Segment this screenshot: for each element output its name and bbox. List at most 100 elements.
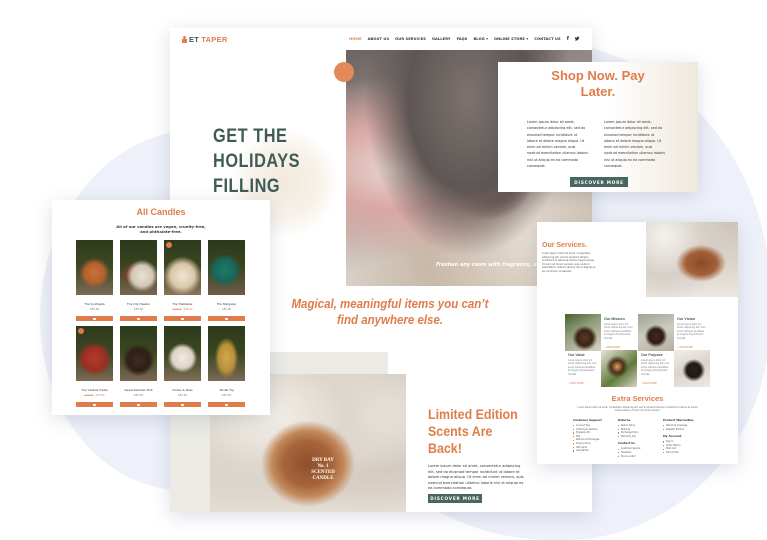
link-item[interactable]: Store Locator (618, 455, 662, 459)
read-more-link[interactable]: → READ MORE (641, 382, 674, 385)
product-grid: The Southgate $35.00 The City Dweller $3… (76, 240, 245, 407)
add-to-cart-button[interactable] (76, 316, 113, 321)
discover-more-button[interactable]: DISCOVER MORE (570, 177, 628, 187)
link-item[interactable]: Track Order (663, 451, 707, 455)
product-card[interactable]: Sweet Rambler Mint $35.00 (120, 326, 157, 407)
cart-icon (93, 403, 96, 406)
read-more-link[interactable]: → READ MORE (568, 382, 601, 385)
tile-title: Our Mission (604, 317, 625, 321)
logo[interactable]: ET TAPER (182, 35, 228, 44)
add-to-cart-button[interactable] (208, 316, 245, 321)
product-card[interactable]: The Yuletide Treats $40.00 $30.00 (76, 326, 113, 407)
column-heading: Customer Support (573, 418, 602, 422)
services-image (646, 222, 738, 297)
shop-text-column: Lorem ipsum dolor sit amet, consectetur … (604, 120, 665, 169)
link-item[interactable]: Register Product (663, 428, 707, 432)
read-more-link[interactable]: → READ MORE (604, 346, 637, 349)
limited-edition-body: Lorem ipsum dolor sit amet, consectetur … (428, 464, 524, 491)
hero-title: GET THE HOLIDAYS FILLING (213, 126, 301, 197)
product-image[interactable] (120, 240, 157, 295)
cart-icon (93, 317, 96, 320)
tile-image (565, 314, 601, 351)
tile-title: Our Vision (677, 317, 696, 321)
nav-item-blog[interactable]: BLOG ▾ (473, 37, 488, 41)
product-price: $35.00 (177, 394, 188, 397)
add-to-cart-button[interactable] (120, 316, 157, 321)
service-tile-value[interactable]: Our Value Lorem ipsum dolor sit amet, ad… (565, 350, 601, 387)
decorative-dot (334, 62, 354, 82)
link-item[interactable]: Warranty Info (618, 435, 662, 439)
services-body: Lorem ipsum dolor sit amet, consectetur … (542, 252, 596, 273)
logo-prefix: ET (189, 34, 200, 44)
tile-image (674, 350, 710, 387)
extra-column: Product Warranties Warranty Coverage Reg… (663, 418, 707, 455)
candle-flame-icon (182, 36, 187, 43)
tile-title: Our Purpose (641, 353, 663, 357)
product-name[interactable]: Amber & Moss (164, 388, 201, 392)
shop-text-column: Lorem ipsum dolor sit amet, consectetur … (527, 120, 588, 169)
product-card[interactable]: The Southgate $35.00 (76, 240, 113, 321)
product-name[interactable]: Winter Fig (208, 388, 245, 392)
service-tile-purpose[interactable]: Our Purpose Lorem ipsum dolor sit amet, … (638, 350, 674, 387)
service-tile-vision[interactable]: Our Vision Lorem ipsum dolor sit amet, a… (674, 314, 710, 351)
product-price: $35.00 (89, 308, 100, 311)
product-name[interactable]: The Stargazer (208, 302, 245, 306)
shop-now-preview: Shop Now. Pay Later. Lorem ipsum dolor s… (498, 62, 698, 192)
product-image[interactable] (120, 326, 157, 381)
column-heading: Product Warranties (663, 418, 694, 422)
read-more-link[interactable]: → READ MORE (677, 346, 710, 349)
twitter-icon[interactable] (574, 36, 580, 43)
product-name[interactable]: Sweet Rambler Mint (120, 388, 157, 392)
product-image[interactable] (208, 326, 245, 381)
product-name[interactable]: The Yuletide Treats (76, 388, 113, 392)
product-price: $40.00 $30.00 (84, 394, 105, 397)
product-card[interactable]: The City Dweller $35.00 (120, 240, 157, 321)
nav-item-home[interactable]: HOME (349, 37, 362, 41)
extra-column: Customer Support Account Tips Ordering &… (573, 418, 617, 453)
add-to-cart-button[interactable] (76, 402, 113, 407)
product-image[interactable] (208, 240, 245, 295)
product-card[interactable]: The Trailblazer $40.00 $30.00 (164, 240, 201, 321)
add-to-cart-button[interactable] (164, 402, 201, 407)
tile-title: Our Value (568, 353, 585, 357)
product-image[interactable] (164, 240, 201, 295)
product-name[interactable]: The Southgate (76, 302, 113, 306)
product-image[interactable] (76, 240, 113, 295)
product-name[interactable]: The City Dweller (120, 302, 157, 306)
service-tile-mission[interactable]: Our Mission Lorem ipsum dolor sit amet, … (601, 314, 637, 351)
facebook-icon[interactable]: f (567, 36, 569, 42)
nav-item-contact-us[interactable]: CONTACT US (534, 37, 561, 41)
product-card[interactable]: Winter Fig $35.00 (208, 326, 245, 407)
product-price: $35.00 (221, 394, 232, 397)
product-name[interactable]: The Trailblazer (164, 302, 201, 306)
nav-item-gallery[interactable]: GALLERY (432, 37, 451, 41)
nav-item-our-services[interactable]: OUR SERVICES (395, 37, 426, 41)
add-to-cart-button[interactable] (164, 316, 201, 321)
product-price: $35.00 (133, 308, 144, 311)
cart-icon (225, 403, 228, 406)
product-card[interactable]: The Stargazer $35.00 (208, 240, 245, 321)
product-card[interactable]: Amber & Moss $35.00 (164, 326, 201, 407)
column-heading: Contact Us (618, 441, 636, 446)
cart-icon (137, 317, 140, 320)
add-to-cart-button[interactable] (120, 402, 157, 407)
column-heading: Returns (618, 418, 631, 422)
product-image[interactable] (164, 326, 201, 381)
cart-icon (181, 403, 184, 406)
nav-item-about-us[interactable]: ABOUT US (368, 37, 390, 41)
sale-badge (78, 328, 84, 334)
link-item[interactable]: Get Started (573, 449, 617, 453)
all-candles-preview: All Candles All of our candles are vegan… (52, 200, 270, 415)
nav-item-faqs[interactable]: FAQS (457, 37, 468, 41)
nav-item-online-store[interactable]: ONLINE STORE ▾ (494, 37, 528, 41)
tile-body: Lorem ipsum dolor sit amet, adipiscing e… (677, 323, 706, 340)
discover-more-button[interactable]: DISCOVER MORE (428, 494, 482, 503)
product-image[interactable] (76, 326, 113, 381)
cart-icon (137, 403, 140, 406)
add-to-cart-button[interactable] (208, 402, 245, 407)
services-title: Our Services. (542, 242, 588, 249)
tile-image (638, 314, 674, 351)
extra-column: Returns Return Policy Refunds Exchange P… (618, 418, 662, 458)
shop-now-title: Shop Now. Pay Later. (551, 68, 645, 99)
product-price: $40.00 $30.00 (172, 308, 193, 311)
